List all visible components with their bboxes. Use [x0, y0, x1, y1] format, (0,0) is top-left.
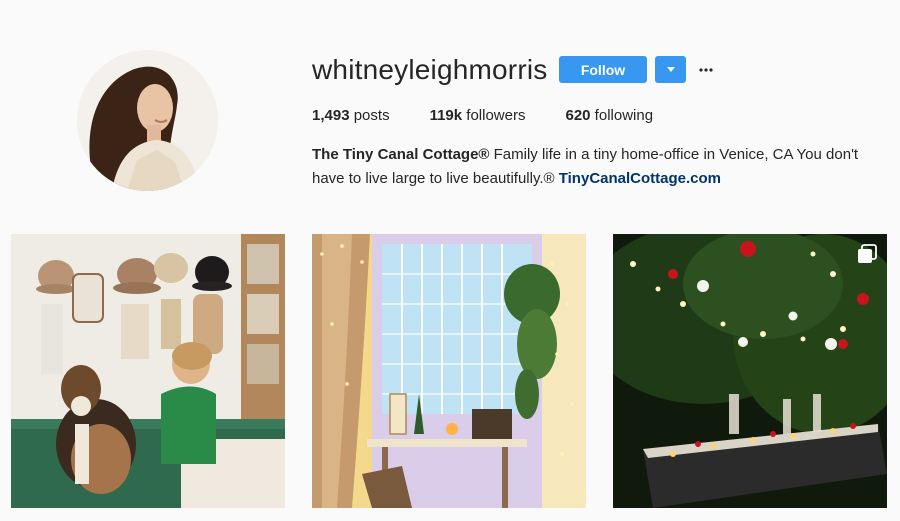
ellipsis-icon [699, 67, 713, 72]
profile-avatar [77, 50, 218, 191]
more-options-button[interactable] [696, 56, 716, 83]
followers-count-value: 119k [429, 107, 463, 124]
following-link[interactable]: 620 following [565, 107, 653, 125]
suggestions-dropdown-button[interactable] [655, 56, 686, 83]
posts-count: 1,493 posts [312, 107, 390, 125]
caret-down-icon [666, 67, 675, 72]
post-thumbnail-2[interactable] [312, 234, 586, 508]
posts-count-value: 1,493 [312, 107, 350, 124]
post-image-garden-dinner [613, 234, 887, 508]
profile-bio: The Tiny Canal Cottage® Family life in a… [312, 143, 872, 191]
profile-stats: 1,493 posts 119k followers 620 following [312, 107, 693, 125]
profile-username: whitneyleighmorris [312, 54, 548, 85]
post-image-window-nook [312, 234, 586, 508]
post-thumbnail-3[interactable] [613, 234, 887, 508]
carousel-icon [858, 244, 877, 263]
follow-button[interactable]: Follow [559, 56, 647, 83]
following-count-value: 620 [565, 107, 591, 124]
profile-full-name: The Tiny Canal Cottage® [312, 146, 490, 163]
followers-link[interactable]: 119k followers [430, 107, 526, 125]
following-count-label: following [590, 107, 654, 124]
posts-count-label: posts [349, 107, 390, 124]
post-image-child-beagle [11, 234, 285, 508]
bio-website-link[interactable]: TinyCanalCottage.com [559, 170, 721, 187]
post-thumbnail-1[interactable] [11, 234, 285, 508]
followers-count-label: followers [462, 107, 526, 124]
